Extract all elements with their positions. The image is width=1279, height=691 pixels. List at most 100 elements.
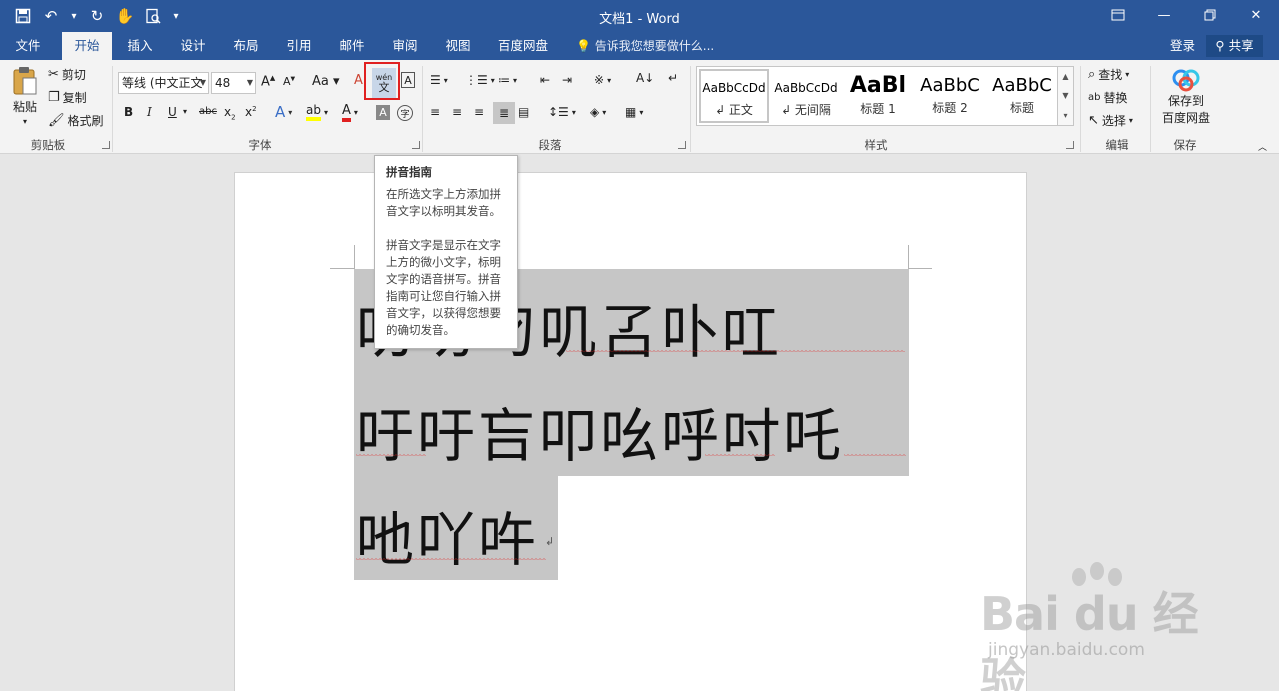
superscript-button[interactable]: x2 (245, 105, 257, 119)
clipboard-launcher-icon[interactable] (102, 141, 110, 149)
subscript-icon: x2 (224, 105, 236, 122)
share-button[interactable]: ⚲ 共享 (1206, 35, 1263, 57)
numbering-button[interactable]: ⋮☰ ▾ (465, 73, 495, 87)
style-normal[interactable]: AaBbCcDd ↲ 正文 (699, 69, 769, 123)
style-no-spacing[interactable]: AaBbCcDd ↲ 无间隔 (771, 69, 841, 123)
character-border-button[interactable]: A (401, 72, 415, 88)
chevron-down-icon[interactable]: ▼ (1062, 91, 1068, 100)
collapse-ribbon-icon[interactable]: ︿ (1258, 140, 1267, 153)
separator (690, 66, 691, 152)
tell-me-box[interactable]: 💡 告诉我您想要做什么... (576, 32, 714, 60)
ribbon-tabs: 文件 开始 插入 设计 布局 引用 邮件 审阅 视图 百度网盘 💡 告诉我您想要… (0, 32, 1279, 60)
font-color-icon: A (342, 103, 351, 122)
shrink-font-button[interactable]: A▼ (283, 75, 295, 88)
align-left-button[interactable]: ≡ (430, 105, 440, 119)
tab-file[interactable]: 文件 (0, 32, 56, 60)
paste-dropdown-icon[interactable]: ▾ (23, 117, 27, 126)
font-name-combo[interactable]: 等线 (中文正文 ▼ (118, 72, 209, 94)
replace-button[interactable]: ab 替换 (1088, 89, 1128, 106)
cut-button[interactable]: ✂ 剪切 (48, 66, 86, 83)
decrease-indent-button[interactable]: ⇤ (540, 73, 550, 87)
format-painter-button[interactable]: 🖌 格式刷 (48, 112, 104, 129)
paste-button[interactable]: 粘贴 ▾ (8, 66, 42, 126)
shading-button[interactable]: ◈ ▾ (590, 105, 606, 119)
tab-home[interactable]: 开始 (62, 32, 112, 60)
style-sample: AaBbCcDd (702, 81, 766, 95)
align-center-button[interactable]: ≡ (452, 105, 462, 119)
font-size-combo[interactable]: 48 ▼ (211, 72, 256, 94)
chinese-layout-button[interactable]: ※ ▾ (594, 73, 611, 87)
strikethrough-button[interactable]: abc (199, 106, 217, 117)
tab-baidu-netdisk[interactable]: 百度网盘 (488, 32, 558, 60)
tab-references[interactable]: 引用 (274, 32, 324, 60)
align-right-button[interactable]: ≡ (474, 105, 484, 119)
document-line-2[interactable]: 吁吁吂叩吆呼吋吒 (356, 389, 844, 473)
styles-gallery-scroll[interactable]: ▲ ▼ ▾ (1058, 66, 1074, 126)
tab-layout[interactable]: 布局 (222, 32, 270, 60)
show-marks-button[interactable]: ↵ (668, 71, 678, 85)
minimize-icon[interactable]: — (1141, 0, 1187, 30)
borders-button[interactable]: ▦ ▾ (625, 105, 643, 119)
grow-font-button[interactable]: A▲ (261, 74, 275, 89)
highlight-button[interactable]: ab ▾ (306, 103, 328, 121)
tab-review[interactable]: 审阅 (380, 32, 430, 60)
clear-formatting-button[interactable]: A (354, 73, 363, 88)
more-icon[interactable]: ▾ (1063, 111, 1067, 120)
style-title[interactable]: AaBbC 标题 (987, 69, 1057, 123)
tab-view[interactable]: 视图 (434, 32, 482, 60)
multilevel-list-button[interactable]: ≔ ▾ (498, 73, 517, 87)
enclose-characters-button[interactable]: 字 (397, 105, 413, 121)
change-case-button[interactable]: Aa ▾ (312, 74, 340, 89)
character-shading-button[interactable]: A (376, 105, 390, 120)
clipboard-group-label: 剪贴板 (30, 138, 66, 152)
bold-button[interactable]: B (124, 105, 133, 119)
distributed-button[interactable]: ▤ (518, 105, 529, 119)
bullets-button[interactable]: ☰ ▾ (430, 73, 448, 87)
multilevel-list-icon: ≔ (498, 73, 510, 87)
document-line-3[interactable]: 吔吖吘 (356, 493, 539, 577)
find-button[interactable]: ⌕ 查找 ▾ (1088, 66, 1129, 83)
login-link[interactable]: 登录 (1170, 32, 1195, 60)
styles-gallery: AaBbCcDd ↲ 正文 AaBbCcDd ↲ 无间隔 AaBl 标题 1 A… (696, 66, 1058, 126)
style-heading-1[interactable]: AaBl 标题 1 (843, 69, 913, 123)
spelling-squiggle (705, 454, 775, 457)
pilcrow-icon: ↵ (668, 71, 679, 85)
save-to-netdisk-button[interactable]: 保存到 百度网盘 (1158, 68, 1214, 126)
line-spacing-button[interactable]: ↕☰ ▾ (548, 105, 576, 119)
enclose-characters-icon: 字 (400, 109, 410, 120)
styles-launcher-icon[interactable] (1066, 141, 1074, 149)
character-border-icon: A (404, 73, 412, 87)
change-case-icon: Aa ▾ (312, 74, 340, 89)
chevron-down-icon: ▾ (353, 108, 358, 117)
clipboard-icon (11, 66, 39, 96)
font-size-value: 48 (215, 76, 231, 90)
restore-icon[interactable] (1187, 0, 1233, 30)
subscript-button[interactable]: x2 (224, 105, 236, 121)
chevron-down-icon: ▾ (288, 107, 293, 117)
ribbon: 粘贴 ▾ ✂ 剪切 ❐ 复制 🖌 格式刷 剪贴板 等线 (中文正文 ▼ 48 ▼… (0, 60, 1279, 154)
ribbon-display-icon[interactable] (1095, 0, 1141, 30)
tab-mailings[interactable]: 邮件 (328, 32, 376, 60)
text-effects-button[interactable]: A ▾ (275, 103, 292, 121)
tab-insert[interactable]: 插入 (116, 32, 164, 60)
cut-label: 剪切 (61, 68, 86, 82)
lightbulb-icon: 💡 (576, 39, 591, 53)
underline-dropdown[interactable]: ▾ (183, 107, 187, 116)
format-painter-label: 格式刷 (67, 114, 104, 128)
italic-button[interactable]: I (147, 105, 152, 119)
align-left-icon: ≡ (430, 105, 441, 119)
copy-button[interactable]: ❐ 复制 (48, 89, 87, 106)
document-page[interactable]: 叨叻叼叽叾卟叿 吁吁吂叩吆呼吋吒 吔吖吘 ↲ (234, 172, 1027, 691)
increase-indent-button[interactable]: ⇥ (562, 73, 572, 87)
underline-button[interactable]: U (168, 105, 177, 119)
tab-design[interactable]: 设计 (168, 32, 218, 60)
style-heading-2[interactable]: AaBbC 标题 2 (915, 69, 985, 123)
justify-button[interactable]: ≣ (493, 102, 515, 124)
chevron-up-icon[interactable]: ▲ (1062, 72, 1068, 81)
font-color-button[interactable]: A ▾ (342, 103, 358, 122)
sort-button[interactable]: A↓ (636, 71, 654, 85)
paragraph-launcher-icon[interactable] (678, 141, 686, 149)
select-button[interactable]: ↖ 选择 ▾ (1088, 112, 1133, 129)
close-icon[interactable]: ✕ (1233, 0, 1279, 30)
font-launcher-icon[interactable] (412, 141, 420, 149)
